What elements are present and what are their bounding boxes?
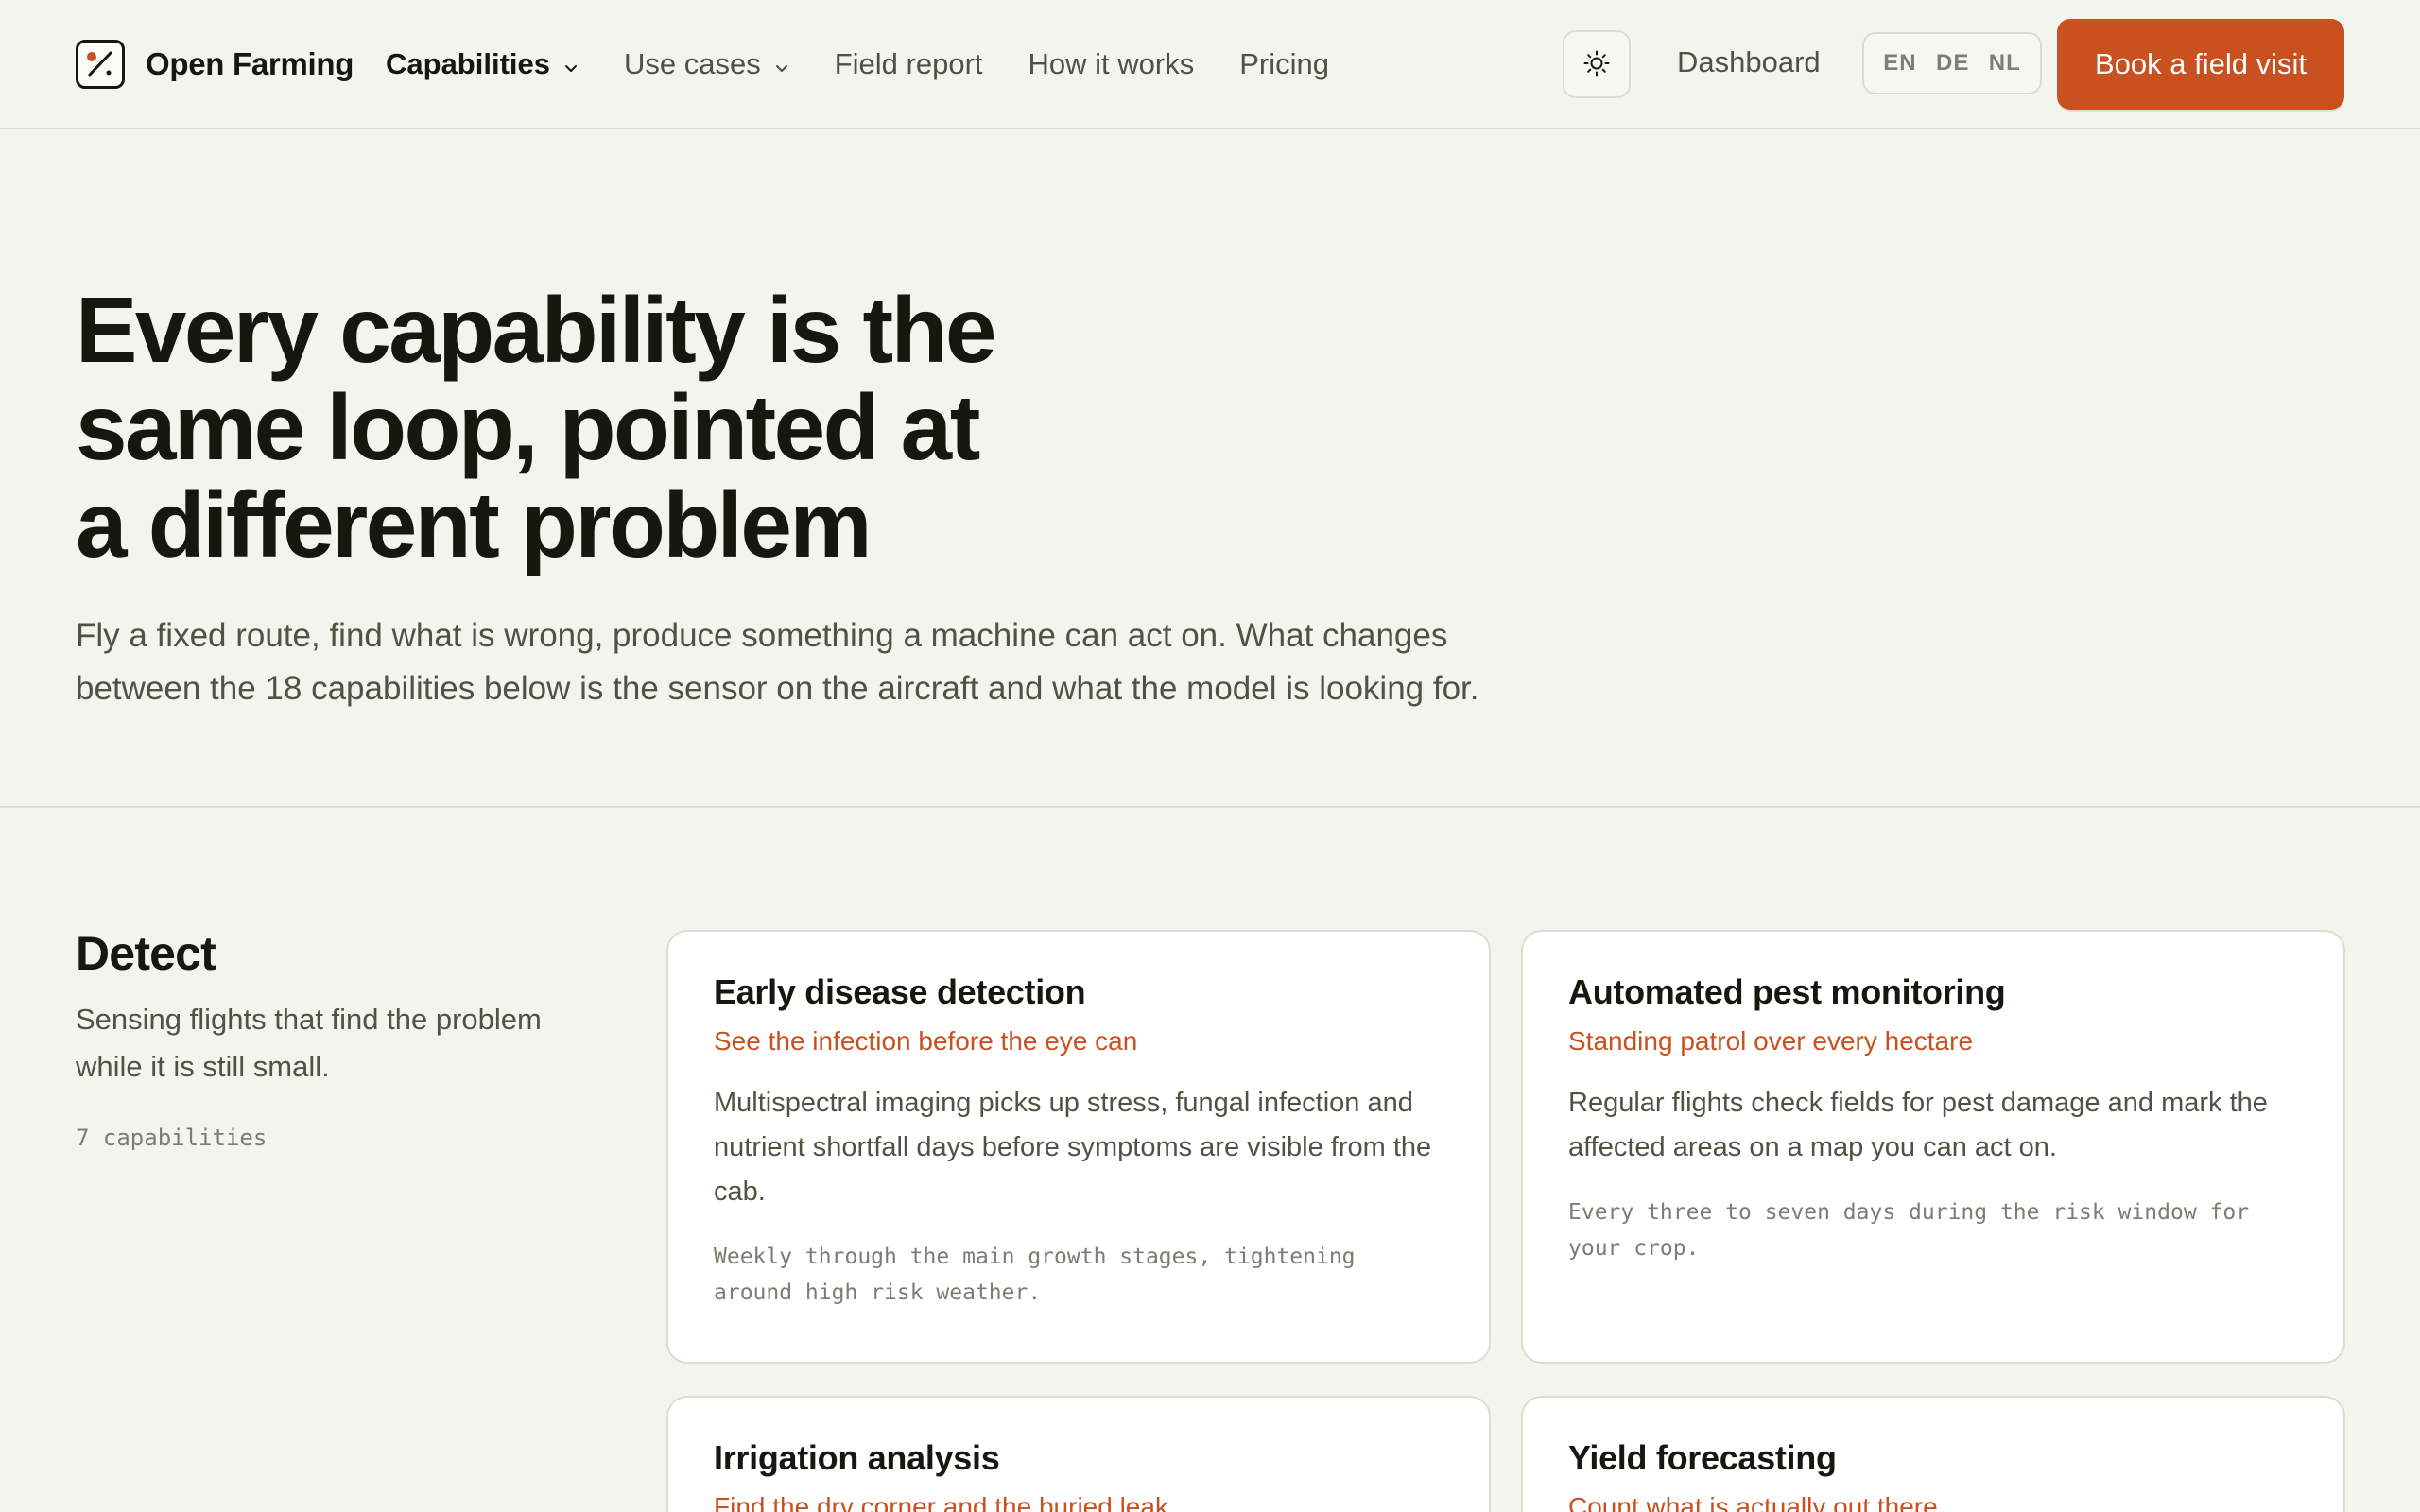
hero-title-line-1: Every capability is the [76, 278, 996, 382]
brand-home-link[interactable]: Open Farming [76, 40, 354, 89]
capability-card-early-disease-detection[interactable]: Early disease detection See the infectio… [666, 930, 1491, 1364]
section-description: Sensing flights that find the problem wh… [76, 1003, 542, 1083]
card-title: Yield forecasting [1568, 1438, 1837, 1477]
card-flight-cadence: Weekly through the main growth stages, t… [714, 1245, 1356, 1305]
nav-label-capabilities: Capabilities [386, 47, 550, 80]
dashboard-link[interactable]: Dashboard [1677, 45, 1821, 79]
card-tagline: Standing patrol over every hectare [1568, 1026, 1974, 1056]
card-title: Early disease detection [714, 972, 1086, 1011]
card-description: Regular flights check fields for pest da… [1568, 1088, 2268, 1162]
card-title: Irrigation analysis [714, 1438, 1000, 1477]
hero-subtitle: Fly a fixed route, find what is wrong, p… [76, 617, 1479, 707]
theme-toggle-button[interactable] [1563, 30, 1631, 98]
open-farming-logo-icon [76, 40, 125, 89]
capability-card-irrigation-analysis[interactable]: Irrigation analysis Find the dry corner … [666, 1396, 1491, 1512]
section-title: Detect [76, 927, 216, 980]
nav-item-how-it-works[interactable]: How it works [1028, 47, 1195, 81]
card-tagline: See the infection before the eye can [714, 1026, 1138, 1056]
capability-card-automated-pest-monitoring[interactable]: Automated pest monitoring Standing patro… [1521, 930, 2345, 1364]
card-flight-cadence: Every three to seven days during the ris… [1568, 1200, 2250, 1261]
chevron-down-icon [774, 47, 789, 81]
card-description: Multispectral imaging picks up stress, f… [714, 1088, 1432, 1207]
nav-item-use-cases[interactable]: Use cases [624, 47, 789, 81]
top-navigation-bar: Open Farming Capabilities Use cases Fiel… [0, 0, 2420, 129]
card-tagline: Find the dry corner and the buried leak [714, 1492, 1168, 1512]
section-divider [0, 806, 2420, 808]
hero-title-line-2: same loop, pointed at [76, 375, 980, 479]
chevron-down-icon [563, 47, 579, 81]
card-title: Automated pest monitoring [1568, 972, 2006, 1011]
lang-option-en[interactable]: EN [1883, 50, 1916, 77]
nav-label-use-cases: Use cases [624, 47, 761, 80]
brand-name: Open Farming [146, 46, 354, 81]
hero-title: Every capability is the same loop, point… [76, 282, 1115, 574]
capability-card-yield-forecasting[interactable]: Yield forecasting Count what is actually… [1521, 1396, 2345, 1512]
lang-option-de[interactable]: DE [1936, 50, 1969, 77]
capability-count: 7 capabilities [76, 1125, 268, 1151]
sun-icon [1582, 49, 1611, 80]
book-field-visit-button[interactable]: Book a field visit [2057, 19, 2344, 110]
language-switcher: EN DE NL [1862, 32, 2042, 94]
card-tagline: Count what is actually out there [1568, 1492, 1938, 1512]
lang-option-nl[interactable]: NL [1989, 50, 2021, 77]
main-nav: Capabilities Use cases Field report How … [386, 42, 1374, 87]
nav-item-field-report[interactable]: Field report [835, 47, 983, 81]
nav-item-capabilities[interactable]: Capabilities [386, 47, 579, 81]
nav-item-pricing[interactable]: Pricing [1239, 47, 1329, 81]
hero-title-line-3: a different problem [76, 472, 873, 576]
